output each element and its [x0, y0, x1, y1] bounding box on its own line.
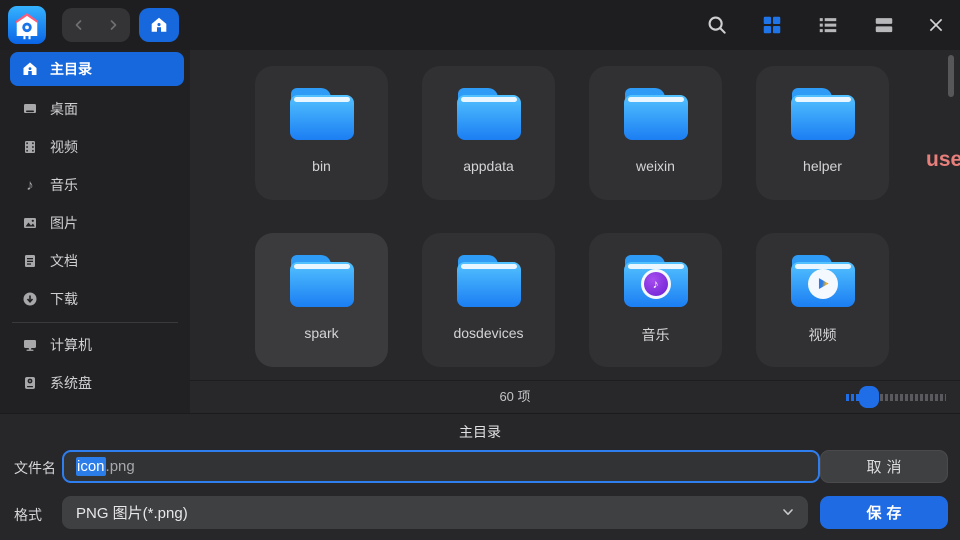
folder-label: weixin [589, 158, 722, 174]
toolbar [0, 0, 960, 50]
folder-icon [457, 255, 521, 307]
close-icon [926, 15, 946, 35]
sidebar: 主目录 桌面 视频 ♪ 音乐 图片 文档 [0, 50, 190, 413]
folder-icon [290, 255, 354, 307]
folder-grid: bin appdata weixin helper spark dosdevic… [190, 50, 960, 413]
sidebar-item-label: 文档 [50, 251, 78, 271]
sidebar-item-documents[interactable]: 文档 [0, 242, 190, 280]
watermark-text: use [926, 148, 960, 172]
music-folder-icon: ♪ [624, 255, 688, 307]
video-folder-icon [791, 255, 855, 307]
filename-selected-text: icon [76, 457, 106, 476]
sidebar-item-downloads[interactable]: 下载 [0, 280, 190, 318]
disk-icon [22, 375, 38, 391]
slider-track [880, 394, 946, 401]
grid-view-button[interactable] [758, 11, 786, 39]
vertical-scrollbar[interactable] [948, 55, 954, 97]
format-value: PNG 图片(*.png) [76, 502, 188, 523]
close-button[interactable] [922, 11, 950, 39]
filename-label: 文件名 [14, 458, 56, 478]
folder-icon [791, 88, 855, 140]
sidebar-item-label: 主目录 [50, 59, 92, 79]
file-save-dialog-window: 主目录 桌面 视频 ♪ 音乐 图片 文档 [0, 0, 960, 540]
sidebar-item-volume[interactable]: 157.0 GB 卷 [0, 402, 190, 413]
sidebar-item-label: 音乐 [50, 175, 78, 195]
desktop-icon [22, 101, 38, 117]
folder-tile-appdata[interactable]: appdata [422, 66, 555, 200]
app-icon [8, 6, 46, 44]
sidebar-item-videos[interactable]: 视频 [0, 128, 190, 166]
video-icon [22, 139, 38, 155]
folder-label: spark [255, 325, 388, 341]
folder-icon [457, 88, 521, 140]
filename-input[interactable]: icon.png [62, 450, 820, 483]
current-location-label: 主目录 [0, 422, 960, 442]
breadcrumb-home-button[interactable] [139, 8, 179, 42]
sidebar-item-label: 下载 [50, 289, 78, 309]
sidebar-item-label: 视频 [50, 137, 78, 157]
folder-tile-helper[interactable]: helper [756, 66, 889, 200]
sidebar-item-label: 计算机 [50, 335, 92, 355]
save-button[interactable]: 保存 [820, 496, 948, 529]
chevron-left-icon [71, 17, 87, 33]
list-view-icon [817, 14, 839, 36]
folder-label: 视频 [756, 325, 889, 345]
chevron-right-icon [105, 17, 121, 33]
sidebar-item-pictures[interactable]: 图片 [0, 204, 190, 242]
back-button[interactable] [65, 11, 93, 39]
search-button[interactable] [703, 11, 731, 39]
music-icon: ♪ [22, 177, 38, 193]
sidebar-item-label: 系统盘 [50, 373, 92, 393]
sidebar-item-system-disk[interactable]: 系统盘 [0, 364, 190, 402]
chevron-down-icon [780, 504, 796, 524]
download-icon [22, 291, 38, 307]
sidebar-item-music[interactable]: ♪ 音乐 [0, 166, 190, 204]
status-bar: 60 项 [190, 380, 960, 413]
folder-label: appdata [422, 158, 555, 174]
detail-view-icon [873, 14, 895, 36]
sidebar-item-desktop[interactable]: 桌面 [0, 90, 190, 128]
sidebar-item-computer[interactable]: 计算机 [0, 326, 190, 364]
sidebar-divider [12, 322, 178, 323]
filename-extension-text: .png [106, 458, 135, 475]
computer-icon [22, 337, 38, 353]
home-icon [150, 16, 168, 34]
folder-tile-dosdevices[interactable]: dosdevices [422, 233, 555, 367]
folder-label: 音乐 [589, 325, 722, 345]
history-nav-group [62, 8, 130, 42]
folder-label: bin [255, 158, 388, 174]
home-icon [22, 61, 38, 77]
folder-label: helper [756, 158, 889, 174]
slider-thumb[interactable] [859, 386, 879, 408]
folder-tile-spark[interactable]: spark [255, 233, 388, 367]
item-count: 60 项 [190, 381, 840, 413]
save-panel: 主目录 文件名 icon.png 取消 格式 PNG 图片(*.png) 保存 [0, 413, 960, 540]
folder-tile-music[interactable]: ♪ 音乐 [589, 233, 722, 367]
image-icon [22, 215, 38, 231]
folder-label: dosdevices [422, 325, 555, 341]
format-label: 格式 [14, 505, 42, 525]
search-icon [706, 14, 728, 36]
folder-icon [290, 88, 354, 140]
detail-view-button[interactable] [870, 11, 898, 39]
folder-tile-weixin[interactable]: weixin [589, 66, 722, 200]
play-badge-icon [808, 269, 838, 299]
grid-view-icon [761, 14, 783, 36]
list-view-button[interactable] [814, 11, 842, 39]
folder-tile-videos[interactable]: 视频 [756, 233, 889, 367]
folder-icon [624, 88, 688, 140]
sidebar-item-label: 图片 [50, 213, 78, 233]
forward-button[interactable] [99, 11, 127, 39]
document-icon [22, 253, 38, 269]
sidebar-item-label: 桌面 [50, 99, 78, 119]
music-badge-icon: ♪ [641, 269, 671, 299]
format-dropdown[interactable]: PNG 图片(*.png) [62, 496, 808, 529]
cancel-button[interactable]: 取消 [820, 450, 948, 483]
icon-size-slider[interactable] [846, 386, 946, 408]
folder-tile-bin[interactable]: bin [255, 66, 388, 200]
sidebar-item-home[interactable]: 主目录 [10, 52, 184, 86]
